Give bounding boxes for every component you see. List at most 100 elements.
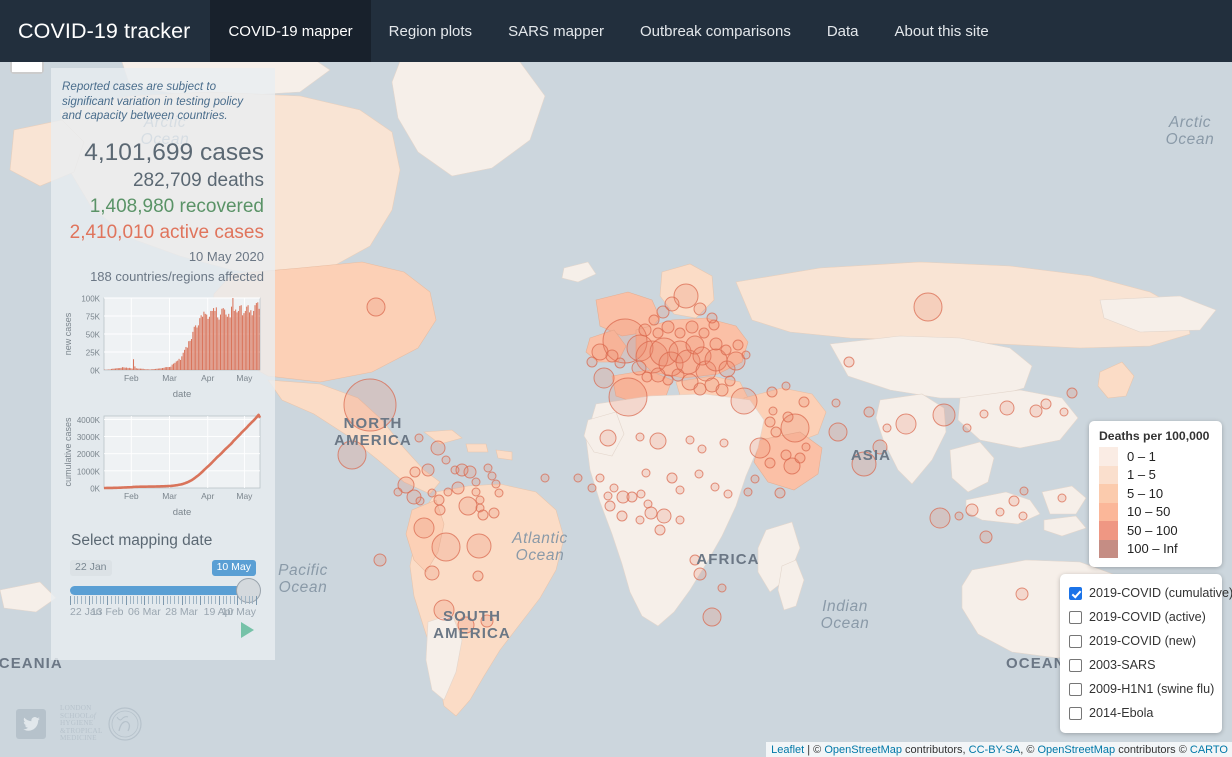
tab-covid19-mapper[interactable]: COVID-19 mapper — [210, 0, 371, 62]
slider-tick — [200, 595, 202, 605]
slider-tick — [103, 595, 105, 604]
slider-tick — [110, 595, 112, 604]
slider-tick-label: 06 Mar — [128, 605, 161, 618]
slider-tick — [222, 595, 224, 604]
layer-checkbox[interactable] — [1069, 610, 1082, 624]
slider-from-badge: 22 Jan — [70, 559, 112, 576]
layer-item-1[interactable]: 2019-COVID (active) — [1069, 605, 1213, 629]
layer-item-0[interactable]: 2019-COVID (cumulative) — [1069, 581, 1232, 605]
legend-label: 100 – Inf — [1127, 541, 1178, 557]
slider-tick — [99, 595, 101, 604]
legend-row: 50 – 100 — [1099, 521, 1212, 540]
map-legend: Deaths per 100,000 0 – 1 1 – 5 5 – 10 10 – … — [1089, 421, 1222, 567]
stats-panel: Reported cases are subject to significan… — [51, 68, 275, 660]
slider-tick — [203, 595, 205, 604]
legend-swatch — [1099, 521, 1118, 540]
slider-tick — [233, 595, 235, 604]
leaflet-link[interactable]: Leaflet — [771, 744, 804, 756]
slider-tick — [170, 595, 172, 604]
ccbysa-link[interactable]: CC-BY-SA — [969, 744, 1021, 756]
slider-tick — [140, 595, 142, 604]
slider-tick — [192, 595, 194, 604]
slider-tick — [196, 595, 198, 604]
layer-label: 2009-H1N1 (swine flu) — [1089, 682, 1215, 696]
brand-link[interactable]: COVID-19 tracker — [0, 0, 210, 62]
layer-item-2[interactable]: 2019-COVID (new) — [1069, 629, 1213, 653]
slider-tick-label: 28 Mar — [165, 605, 198, 618]
svg-text:Mar: Mar — [162, 491, 177, 501]
attrib-mid-1: contributors, — [902, 744, 969, 756]
testing-disclaimer: Reported cases are subject to significan… — [62, 80, 244, 122]
total-cases-stat: 4,101,699 cases — [84, 138, 264, 166]
date-slider[interactable]: 22 Jan 10 May 22 Jan 13 Feb 06 Mar 28 Mar 19… — [70, 559, 261, 640]
slider-to-badge: 10 May — [211, 559, 256, 576]
slider-tick — [215, 595, 217, 604]
svg-text:date: date — [173, 389, 192, 400]
slider-track[interactable] — [70, 585, 256, 595]
slider-tick — [92, 595, 94, 604]
svg-text:100K: 100K — [81, 294, 100, 303]
slider-tick — [70, 595, 71, 605]
legend-label: 10 – 50 — [1127, 504, 1171, 520]
tab-region-plots[interactable]: Region plots — [371, 0, 490, 62]
legend-swatch — [1099, 484, 1118, 503]
total-deaths-stat: 282,709 deaths — [132, 169, 264, 191]
svg-text:Feb: Feb — [124, 491, 139, 501]
slider-tick — [148, 595, 150, 604]
slider-tick — [177, 595, 179, 604]
svg-text:75K: 75K — [86, 312, 101, 321]
svg-text:Mar: Mar — [162, 373, 177, 383]
lshtm-logo: LONDON SCHOOLof HYGIENE &TROPICAL MEDICINE — [60, 704, 142, 743]
carto-link[interactable]: CARTO — [1190, 744, 1228, 756]
svg-text:1000K: 1000K — [77, 467, 101, 476]
lshtm-crest-icon — [107, 707, 142, 741]
footer-logos: LONDON SCHOOLof HYGIENE &TROPICAL MEDICINE — [16, 704, 142, 743]
total-recovered-stat: 1,408,980 recovered — [89, 195, 264, 217]
legend-row: 100 – Inf — [1099, 539, 1212, 558]
slider-tick — [244, 595, 246, 604]
legend-swatch — [1099, 465, 1118, 484]
slider-tick — [166, 595, 168, 604]
cumulative-cases-chart: 0K 1000K 2000K 3000K 4000K Feb Mar Apr May date cu… — [62, 410, 264, 518]
tab-about-this-site[interactable]: About this site — [877, 0, 1007, 62]
layer-item-3[interactable]: 2003-SARS — [1069, 653, 1213, 677]
svg-text:50K: 50K — [86, 330, 101, 339]
slider-tick — [163, 595, 164, 605]
tab-sars-mapper[interactable]: SARS mapper — [490, 0, 622, 62]
twitter-bird-glyph — [22, 717, 40, 731]
new-cases-chart: 0K 25K 50K 75K 100K Feb Mar Apr May date new cases — [62, 292, 264, 400]
attrib-sep: | © — [804, 744, 825, 756]
svg-text:date: date — [173, 507, 192, 518]
slider-tick — [189, 595, 191, 604]
tab-outbreak-comparisons[interactable]: Outbreak comparisons — [622, 0, 809, 62]
legend-label: 50 – 100 — [1127, 522, 1178, 538]
legend-title: Deaths per 100,000 — [1099, 429, 1210, 443]
app-root: .land { fill:#f6efe9; stroke:#e3d6cc; st… — [0, 0, 1232, 757]
stats-date: 10 May 2020 — [188, 248, 264, 264]
legend-swatch — [1099, 447, 1118, 466]
twitter-icon[interactable] — [16, 709, 46, 740]
slider-tick-label: 13 Feb — [90, 605, 124, 618]
slider-tick — [159, 595, 161, 604]
tab-data[interactable]: Data — [809, 0, 877, 62]
slider-tick — [241, 595, 243, 604]
layer-checkbox[interactable] — [1069, 706, 1082, 720]
map-attribution: Leaflet | © OpenStreetMap contributors, … — [766, 742, 1232, 757]
layer-checkbox[interactable] — [1069, 634, 1082, 648]
layer-item-4[interactable]: 2009-H1N1 (swine flu) — [1069, 677, 1215, 701]
legend-row: 0 – 1 — [1099, 447, 1212, 466]
play-icon[interactable] — [241, 621, 254, 638]
layer-control[interactable]: 2019-COVID (cumulative) 2019-COVID (activ… — [1060, 574, 1232, 733]
layer-checkbox[interactable] — [1069, 658, 1082, 672]
layer-checkbox[interactable] — [1069, 682, 1082, 696]
layer-checkbox[interactable] — [1069, 586, 1082, 600]
svg-text:0K: 0K — [90, 366, 100, 375]
slider-tick — [107, 595, 109, 605]
navbar: COVID-19 tracker COVID-19 mapper Region … — [0, 0, 1232, 62]
layer-item-5[interactable]: 2014-Ebola — [1069, 701, 1213, 725]
osm-link-1[interactable]: OpenStreetMap — [824, 744, 902, 756]
osm-link-2[interactable]: OpenStreetMap — [1037, 744, 1115, 756]
slider-tick — [77, 595, 79, 604]
svg-text:new cases: new cases — [63, 312, 73, 355]
slider-tick — [81, 595, 83, 604]
